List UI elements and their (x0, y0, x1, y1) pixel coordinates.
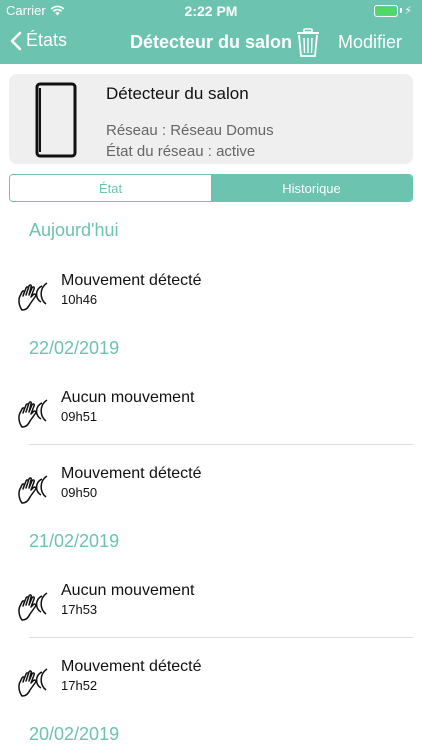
event-time: 17h53 (61, 602, 98, 617)
event-time: 09h51 (61, 409, 98, 424)
tab-etat[interactable]: État (10, 175, 211, 201)
date-header: Aujourd'hui (29, 220, 119, 240)
device-name: Détecteur du salon (106, 84, 249, 103)
event-time: 10h46 (61, 292, 98, 307)
motion-hand-icon (18, 282, 48, 311)
device-state-line: État du réseau : active (106, 143, 256, 160)
battery-icon (374, 4, 399, 17)
tab-historique[interactable]: Historique (211, 175, 412, 201)
date-header: 20/02/2019 (29, 724, 120, 744)
device-card: Détecteur du salon Réseau : Réseau Domus… (9, 74, 413, 164)
motion-hand-icon (18, 592, 48, 621)
event-title: Mouvement détecté (61, 272, 202, 289)
battery-group: ⚡ (374, 4, 414, 17)
nav-bar: États Détecteur du salon Modifier (0, 22, 422, 64)
motion-detector-device-icon (35, 82, 77, 158)
motion-hand-icon (18, 668, 48, 697)
status-time: 2:22 PM (184, 3, 238, 19)
event-time: 09h50 (61, 485, 98, 500)
event-title: Aucun mouvement (61, 582, 195, 599)
charging-icon: ⚡ (404, 5, 412, 17)
device-network-line: Réseau : Réseau Domus (106, 122, 274, 139)
header: Carrier 2:22 PM ⚡ États Détecteur du sal… (0, 0, 422, 64)
list-item[interactable]: Aucun mouvement 09h51 (0, 385, 422, 445)
list-item[interactable]: Mouvement détecté 09h50 (0, 461, 422, 521)
divider (29, 444, 413, 445)
trash-icon (297, 28, 319, 57)
battery-tip (400, 8, 403, 13)
edit-button[interactable]: Modifier (338, 32, 402, 53)
event-time: 17h52 (61, 678, 98, 693)
list-item[interactable]: Mouvement détecté 10h46 (0, 268, 422, 328)
divider (29, 637, 413, 638)
event-title: Mouvement détecté (61, 658, 202, 675)
date-header: 21/02/2019 (29, 531, 120, 551)
motion-hand-icon (18, 399, 48, 428)
motion-hand-icon (18, 475, 48, 504)
view-segmented-control: État Historique (9, 174, 413, 202)
device-network-info: Réseau : Réseau Domus État du réseau : a… (106, 120, 274, 162)
list-item[interactable]: Mouvement détecté 17h52 (0, 654, 422, 714)
list-item[interactable]: Aucun mouvement 17h53 (0, 578, 422, 638)
event-title: Mouvement détecté (61, 465, 202, 482)
status-bar: Carrier 2:22 PM ⚡ (0, 0, 422, 22)
event-title: Aucun mouvement (61, 389, 195, 406)
delete-button[interactable] (296, 28, 320, 63)
date-header: 22/02/2019 (29, 338, 120, 358)
